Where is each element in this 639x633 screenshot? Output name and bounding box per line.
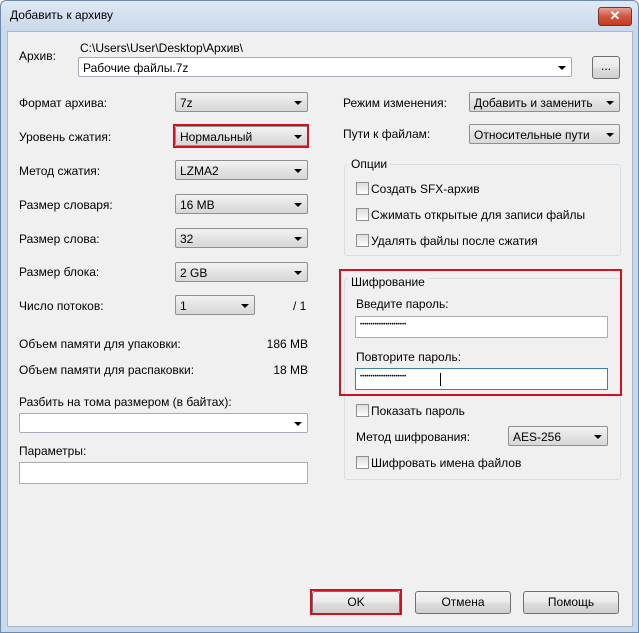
delete-after-label: Удалять файлы после сжатия xyxy=(371,234,538,248)
mem-unpack-value: 18 MB xyxy=(273,363,308,377)
encrypt-names-checkbox[interactable] xyxy=(356,456,369,469)
chevron-down-icon xyxy=(606,101,614,105)
show-password-checkbox[interactable] xyxy=(356,404,369,417)
dict-select[interactable]: 16 MB xyxy=(175,194,308,214)
params-input[interactable] xyxy=(19,462,308,484)
split-label: Разбить на тома размером (в байтах): xyxy=(19,395,232,409)
format-label: Формат архива: xyxy=(19,96,108,110)
open-files-checkbox[interactable] xyxy=(356,208,369,221)
threads-label: Число потоков: xyxy=(19,299,104,313)
enc-method-label: Метод шифрования: xyxy=(356,430,471,444)
method-value: LZMA2 xyxy=(180,164,219,178)
threads-max: / 1 xyxy=(293,299,307,313)
path-mode-label: Пути к файлам: xyxy=(343,127,431,141)
block-value: 2 GB xyxy=(180,266,208,280)
dialog-window: Добавить к архиву ✕ Архив: C:\Users\User… xyxy=(0,0,639,633)
update-mode-label: Режим изменения: xyxy=(343,96,447,110)
word-value: 32 xyxy=(180,232,194,246)
sfx-label: Создать SFX-архив xyxy=(371,182,480,196)
chevron-down-icon xyxy=(294,169,302,173)
enc-method-select[interactable]: AES-256 xyxy=(508,426,608,446)
format-value: 7z xyxy=(180,96,193,110)
mem-pack-label: Объем памяти для упаковки: xyxy=(19,337,181,351)
update-mode-select[interactable]: Добавить и заменить xyxy=(469,92,620,112)
cancel-label: Отмена xyxy=(441,595,485,609)
chevron-down-icon xyxy=(558,66,566,70)
archive-path: C:\Users\User\Desktop\Архив\ xyxy=(80,41,243,55)
format-select[interactable]: 7z xyxy=(175,92,308,112)
chevron-down-icon xyxy=(294,203,302,207)
browse-label: ... xyxy=(600,59,611,73)
enc-method-value: AES-256 xyxy=(513,430,562,444)
highlight-level xyxy=(173,124,309,148)
options-title: Опции xyxy=(348,157,391,171)
close-button[interactable]: ✕ xyxy=(598,7,632,26)
delete-after-checkbox[interactable] xyxy=(356,234,369,247)
chevron-down-icon xyxy=(241,304,249,308)
chevron-down-icon xyxy=(594,435,602,439)
window-title: Добавить к архиву xyxy=(10,8,113,22)
threads-value: 1 xyxy=(180,299,187,313)
split-combo[interactable] xyxy=(19,413,308,433)
block-select[interactable]: 2 GB xyxy=(175,262,308,282)
chevron-down-icon xyxy=(294,237,302,241)
archive-label: Архив: xyxy=(19,49,56,63)
sfx-checkbox[interactable] xyxy=(356,182,369,195)
level-label: Уровень сжатия: xyxy=(19,130,112,144)
highlight-encryption xyxy=(339,269,622,396)
encrypt-names-label: Шифровать имена файлов xyxy=(371,456,522,470)
highlight-ok xyxy=(310,589,402,615)
cancel-button[interactable]: Отмена xyxy=(415,591,511,614)
word-label: Размер слова: xyxy=(19,232,100,246)
show-password-label: Показать пароль xyxy=(371,404,465,418)
mem-pack-value: 186 MB xyxy=(266,337,308,351)
help-label: Помощь xyxy=(547,595,595,609)
chevron-down-icon xyxy=(294,271,302,275)
threads-select[interactable]: 1 xyxy=(175,295,255,315)
dict-label: Размер словаря: xyxy=(19,198,113,212)
archive-filename: Рабочие файлы.7z xyxy=(83,61,189,75)
open-files-label: Сжимать открытые для записи файлы xyxy=(371,208,586,222)
chevron-down-icon xyxy=(606,133,614,137)
browse-button[interactable]: ... xyxy=(592,56,620,79)
method-label: Метод сжатия: xyxy=(19,164,101,178)
path-mode-select[interactable]: Относительные пути xyxy=(469,124,620,144)
block-label: Размер блока: xyxy=(19,265,100,279)
method-select[interactable]: LZMA2 xyxy=(175,160,308,180)
mem-unpack-label: Объем памяти для распаковки: xyxy=(19,363,195,377)
dialog-client-area: Архив: C:\Users\User\Desktop\Архив\ Рабо… xyxy=(7,31,633,627)
title-bar[interactable]: Добавить к архиву ✕ xyxy=(1,1,638,31)
update-mode-value: Добавить и заменить xyxy=(474,96,593,110)
path-mode-value: Относительные пути xyxy=(474,128,590,142)
params-label: Параметры: xyxy=(19,444,87,458)
word-select[interactable]: 32 xyxy=(175,228,308,248)
help-button[interactable]: Помощь xyxy=(523,591,619,614)
dict-value: 16 MB xyxy=(180,198,215,212)
chevron-down-icon xyxy=(294,101,302,105)
close-icon: ✕ xyxy=(609,8,621,23)
archive-name-combo[interactable]: Рабочие файлы.7z xyxy=(78,57,572,77)
chevron-down-icon xyxy=(294,422,302,426)
